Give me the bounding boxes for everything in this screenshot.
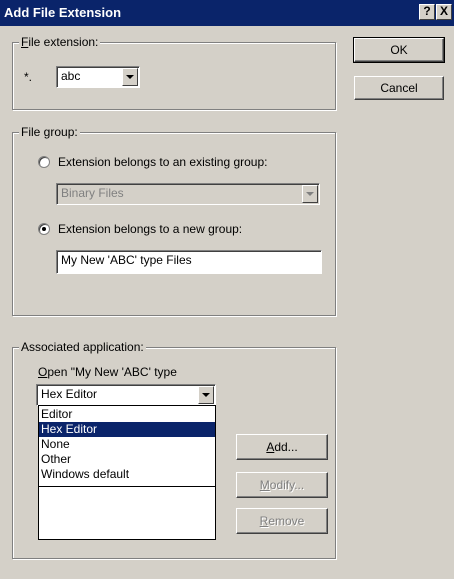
remove-button[interactable]: Remove bbox=[236, 508, 328, 534]
application-dropdown-button[interactable] bbox=[198, 386, 214, 404]
dialog-title: Add File Extension bbox=[4, 5, 122, 20]
dropdown-option-none[interactable]: None bbox=[39, 437, 215, 452]
remove-text: emove bbox=[268, 514, 305, 528]
open-with-mnemonic: O bbox=[38, 365, 48, 379]
extension-prefix: *. bbox=[24, 70, 33, 84]
file-extension-legend: File extension: bbox=[19, 35, 101, 49]
chevron-down-icon bbox=[126, 75, 134, 79]
modify-mnemonic: M bbox=[259, 478, 270, 492]
add-button[interactable]: Add... bbox=[236, 434, 328, 460]
ok-button[interactable]: OK bbox=[353, 37, 445, 63]
title-bar[interactable]: Add File Extension ? X bbox=[0, 0, 454, 26]
new-group-value: My New 'ABC' type Files bbox=[61, 253, 192, 267]
existing-group-label: Extension belongs to an existing group: bbox=[58, 155, 268, 169]
dropdown-option-editor[interactable]: Editor bbox=[39, 407, 215, 422]
associated-application-legend: Associated application: bbox=[19, 340, 146, 354]
existing-group-value: Binary Files bbox=[61, 186, 124, 200]
add-text: dd... bbox=[274, 440, 298, 454]
application-selected-value: Hex Editor bbox=[41, 387, 98, 401]
cancel-button[interactable]: Cancel bbox=[354, 76, 444, 100]
application-combobox[interactable]: Hex Editor bbox=[36, 384, 216, 406]
add-file-extension-dialog: Add File Extension ? X File extension: *… bbox=[0, 0, 454, 579]
file-extension-legend-text: ile extension: bbox=[28, 35, 99, 49]
existing-group-dropdown-button[interactable] bbox=[302, 185, 318, 203]
modify-text: odify... bbox=[269, 478, 305, 492]
new-group-radio[interactable] bbox=[38, 223, 50, 235]
new-group-label: Extension belongs to a new group: bbox=[58, 222, 243, 236]
chevron-down-icon bbox=[202, 393, 210, 397]
existing-group-radio[interactable] bbox=[38, 156, 50, 168]
chevron-down-icon bbox=[306, 192, 314, 196]
open-with-text: pen "My New 'ABC' type bbox=[47, 365, 177, 379]
dropdown-option-windows-default[interactable]: Windows default bbox=[39, 467, 215, 482]
remove-mnemonic: R bbox=[259, 514, 269, 528]
modify-button[interactable]: Modify... bbox=[236, 472, 328, 498]
application-dropdown-list: Editor Hex Editor None Other Windows def… bbox=[38, 405, 216, 487]
help-button[interactable]: ? bbox=[419, 4, 435, 20]
extension-dropdown-button[interactable] bbox=[122, 68, 138, 86]
existing-group-combobox[interactable]: Binary Files bbox=[56, 183, 320, 205]
close-button[interactable]: X bbox=[436, 4, 452, 20]
extension-combobox[interactable]: abc bbox=[56, 66, 140, 88]
dropdown-option-other[interactable]: Other bbox=[39, 452, 215, 467]
radio-selected-dot bbox=[42, 227, 46, 231]
new-group-input[interactable]: My New 'ABC' type Files bbox=[56, 250, 322, 274]
open-with-label: Open "My New 'ABC' type bbox=[38, 365, 177, 379]
dropdown-option-hex-editor[interactable]: Hex Editor bbox=[39, 422, 215, 437]
file-group-legend: File group: bbox=[19, 125, 80, 139]
extension-value: abc bbox=[61, 69, 81, 83]
